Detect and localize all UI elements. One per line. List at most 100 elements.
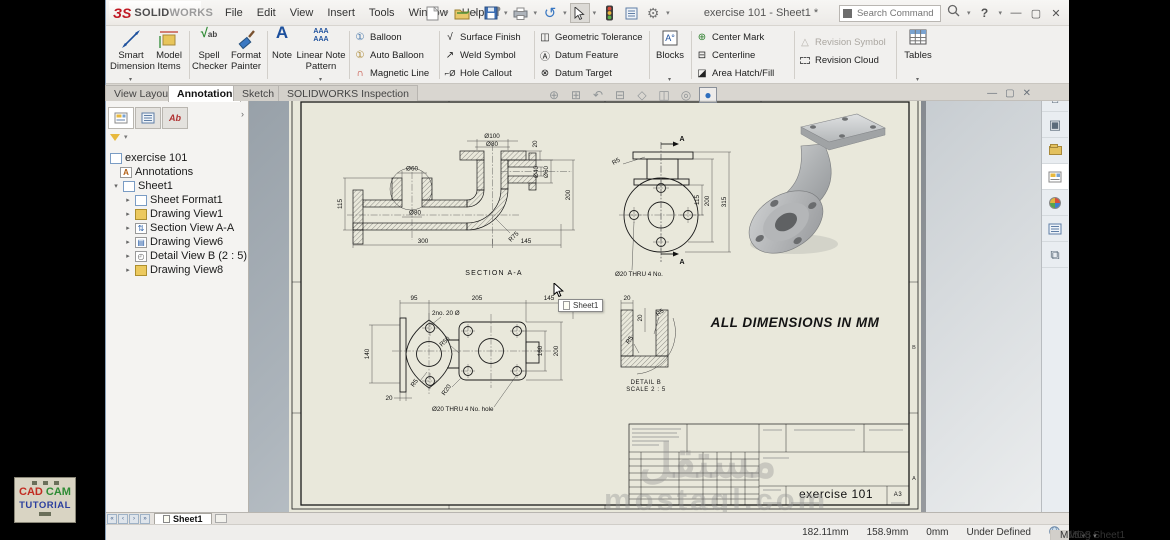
isometric-view[interactable] xyxy=(738,113,886,266)
menu-view[interactable]: View xyxy=(283,7,321,19)
smart-dimension-caret[interactable]: ▾ xyxy=(129,76,132,83)
smart-dimension-button[interactable]: Smart Dimension xyxy=(110,28,155,82)
panel-expand-arrow[interactable]: › xyxy=(241,109,244,119)
tree-item-drawing-view6[interactable]: ▸ ▤ Drawing View6 xyxy=(108,235,246,249)
search-icon[interactable] xyxy=(947,4,960,22)
edit-appearance-icon[interactable]: ● xyxy=(699,87,717,103)
status-units[interactable]: MMGS ▾ xyxy=(1050,530,1097,540)
forum-icon[interactable]: ⧉ xyxy=(1042,242,1068,268)
view-orientation-icon[interactable]: ◇ xyxy=(633,87,651,103)
hole-callout-button[interactable]: ⌐Ø Hole Callout xyxy=(443,64,521,82)
tree-item-sheet-format1[interactable]: ▸ Sheet Format1 xyxy=(108,193,246,207)
blocks-button[interactable]: A° Blocks xyxy=(652,28,688,82)
tab-property-manager[interactable] xyxy=(135,107,161,129)
expander-icon[interactable]: ▸ xyxy=(124,252,132,260)
drawing-sheet[interactable]: B A Ø100 Ø80 20 Ø60 Ø80 115 Ø40 Ø60 200 … xyxy=(289,94,921,512)
detail-view-b[interactable]: 20 20 R5 R5 DETAIL B SCALE 2 : 5 xyxy=(620,295,676,393)
print-button[interactable] xyxy=(511,3,531,23)
doc-close-icon[interactable]: ✕ xyxy=(1023,88,1031,99)
design-library-icon[interactable] xyxy=(1042,138,1068,164)
file-properties-button[interactable] xyxy=(621,3,641,23)
area-hatch-button[interactable]: ◪ Area Hatch/Fill xyxy=(695,64,774,82)
search-caret[interactable]: ▾ xyxy=(967,9,971,17)
print-caret[interactable]: ▾ xyxy=(534,9,538,17)
next-sheet-button[interactable]: › xyxy=(129,513,139,524)
first-sheet-button[interactable]: « xyxy=(107,513,117,524)
weld-symbol-button[interactable]: ↗ Weld Symbol xyxy=(443,46,521,64)
zoom-fit-icon[interactable]: ⊕ xyxy=(545,87,563,103)
add-sheet-button[interactable] xyxy=(214,514,227,523)
rebuild-traffic-light-icon[interactable] xyxy=(599,3,619,23)
datum-target-button[interactable]: ⊗ Datum Target xyxy=(538,64,642,82)
menu-insert[interactable]: Insert xyxy=(320,7,362,19)
undo-button[interactable]: ↺ xyxy=(540,3,560,23)
doc-restore-icon[interactable]: ▢ xyxy=(1005,88,1014,99)
magnetic-line-button[interactable]: ∩ Magnetic Line xyxy=(353,64,429,82)
expander-icon[interactable]: ▸ xyxy=(124,196,132,204)
sheet1-tab[interactable]: Sheet1 xyxy=(154,512,212,525)
open-caret[interactable]: ▾ xyxy=(475,9,479,17)
geometric-tolerance-button[interactable]: ◫ Geometric Tolerance xyxy=(538,28,642,46)
select-caret[interactable]: ▾ xyxy=(593,9,597,17)
expander-icon[interactable]: ▸ xyxy=(124,210,132,218)
expander-icon[interactable]: ▸ xyxy=(124,266,132,274)
undo-caret[interactable]: ▾ xyxy=(563,9,567,17)
model-items-button[interactable]: Model Items xyxy=(152,28,186,82)
save-button[interactable] xyxy=(481,3,501,23)
custom-properties-icon[interactable] xyxy=(1042,216,1068,242)
auto-balloon-button[interactable]: ① Auto Balloon xyxy=(353,46,429,64)
format-painter-button[interactable]: Format Painter xyxy=(228,28,264,82)
section-view-icon[interactable]: ⊟ xyxy=(611,87,629,103)
tab-display-manager[interactable]: Ab xyxy=(162,107,188,129)
centerline-button[interactable]: ⊟ Centerline xyxy=(695,46,774,64)
appearances-icon[interactable] xyxy=(1042,190,1068,216)
menu-tools[interactable]: Tools xyxy=(362,7,402,19)
file-explorer-icon[interactable] xyxy=(1042,164,1068,190)
tree-item-annotations[interactable]: A Annotations xyxy=(108,165,246,179)
tables-button[interactable]: Tables xyxy=(900,28,936,82)
expander-icon[interactable]: ▸ xyxy=(124,238,132,246)
tree-item-drawing-view8[interactable]: ▸ Drawing View8 xyxy=(108,263,246,277)
spell-checker-button[interactable]: √ab Spell Checker xyxy=(192,26,227,82)
tree-item-detail-view-b[interactable]: ▸ ◴ Detail View B (2 : 5) xyxy=(108,249,247,263)
tree-item-drawing-view1[interactable]: ▸ Drawing View1 xyxy=(108,207,246,221)
tab-sketch[interactable]: Sketch xyxy=(233,85,284,101)
menu-edit[interactable]: Edit xyxy=(250,7,283,19)
revision-cloud-button[interactable]: Revision Cloud xyxy=(798,51,886,69)
tree-item-section-view[interactable]: ▸ ⇅ Section View A-A xyxy=(108,221,246,235)
solidworks-resources-icon[interactable]: ▣ xyxy=(1042,112,1068,138)
new-document-button[interactable] xyxy=(422,3,442,23)
close-button[interactable]: ✕ xyxy=(1049,7,1063,20)
tree-root-exercise-101[interactable]: exercise 101 xyxy=(108,151,246,165)
restore-button[interactable]: ▢ xyxy=(1029,7,1043,20)
note-group-caret[interactable]: ▾ xyxy=(319,76,322,83)
previous-view-icon[interactable]: ↶ xyxy=(589,87,607,103)
blocks-caret[interactable]: ▾ xyxy=(668,76,671,83)
menu-file[interactable]: File xyxy=(218,7,250,19)
balloon-button[interactable]: ① Balloon xyxy=(353,28,429,46)
help-button[interactable]: ? xyxy=(977,6,991,20)
display-style-icon[interactable]: ◫ xyxy=(655,87,673,103)
graphics-area[interactable]: ⊕ ⊞ ↶ ⊟ ◇ ◫ ◎ ● — ▢ ✕ B A Ø100 Ø80 20 Ø6… xyxy=(249,86,1041,512)
search-input[interactable] xyxy=(854,6,935,20)
doc-minimize-icon[interactable]: — xyxy=(987,88,997,99)
help-caret[interactable]: ▾ xyxy=(998,9,1002,17)
last-sheet-button[interactable]: » xyxy=(140,513,150,524)
tab-solidworks-inspection[interactable]: SOLIDWORKS Inspection xyxy=(278,85,418,101)
note-button[interactable]: A Note xyxy=(269,24,295,82)
section-view-a-a[interactable]: Ø100 Ø80 20 Ø60 Ø80 115 Ø40 Ø60 200 R75 xyxy=(337,133,575,277)
tree-item-sheet1[interactable]: ▾ Sheet1 xyxy=(108,179,246,193)
minimize-button[interactable]: — xyxy=(1009,7,1023,19)
options-gear-button[interactable]: ⚙ xyxy=(643,3,663,23)
expander-icon[interactable]: ▸ xyxy=(124,224,132,232)
open-button[interactable] xyxy=(452,3,472,23)
tables-caret[interactable]: ▾ xyxy=(916,76,919,83)
tab-annotation[interactable]: Annotation xyxy=(168,85,242,102)
zoom-area-icon[interactable]: ⊞ xyxy=(567,87,585,103)
tab-feature-tree[interactable] xyxy=(108,107,134,129)
tree-filter-row[interactable]: ▾ xyxy=(110,133,128,141)
front-view[interactable]: A A R5 115 200 315 Ø20 THRU 4 No. xyxy=(611,136,731,278)
prev-sheet-button[interactable]: ‹ xyxy=(118,513,128,524)
new-caret[interactable]: ▾ xyxy=(445,9,449,17)
datum-feature-button[interactable]: Ⓐ Datum Feature xyxy=(538,46,642,64)
